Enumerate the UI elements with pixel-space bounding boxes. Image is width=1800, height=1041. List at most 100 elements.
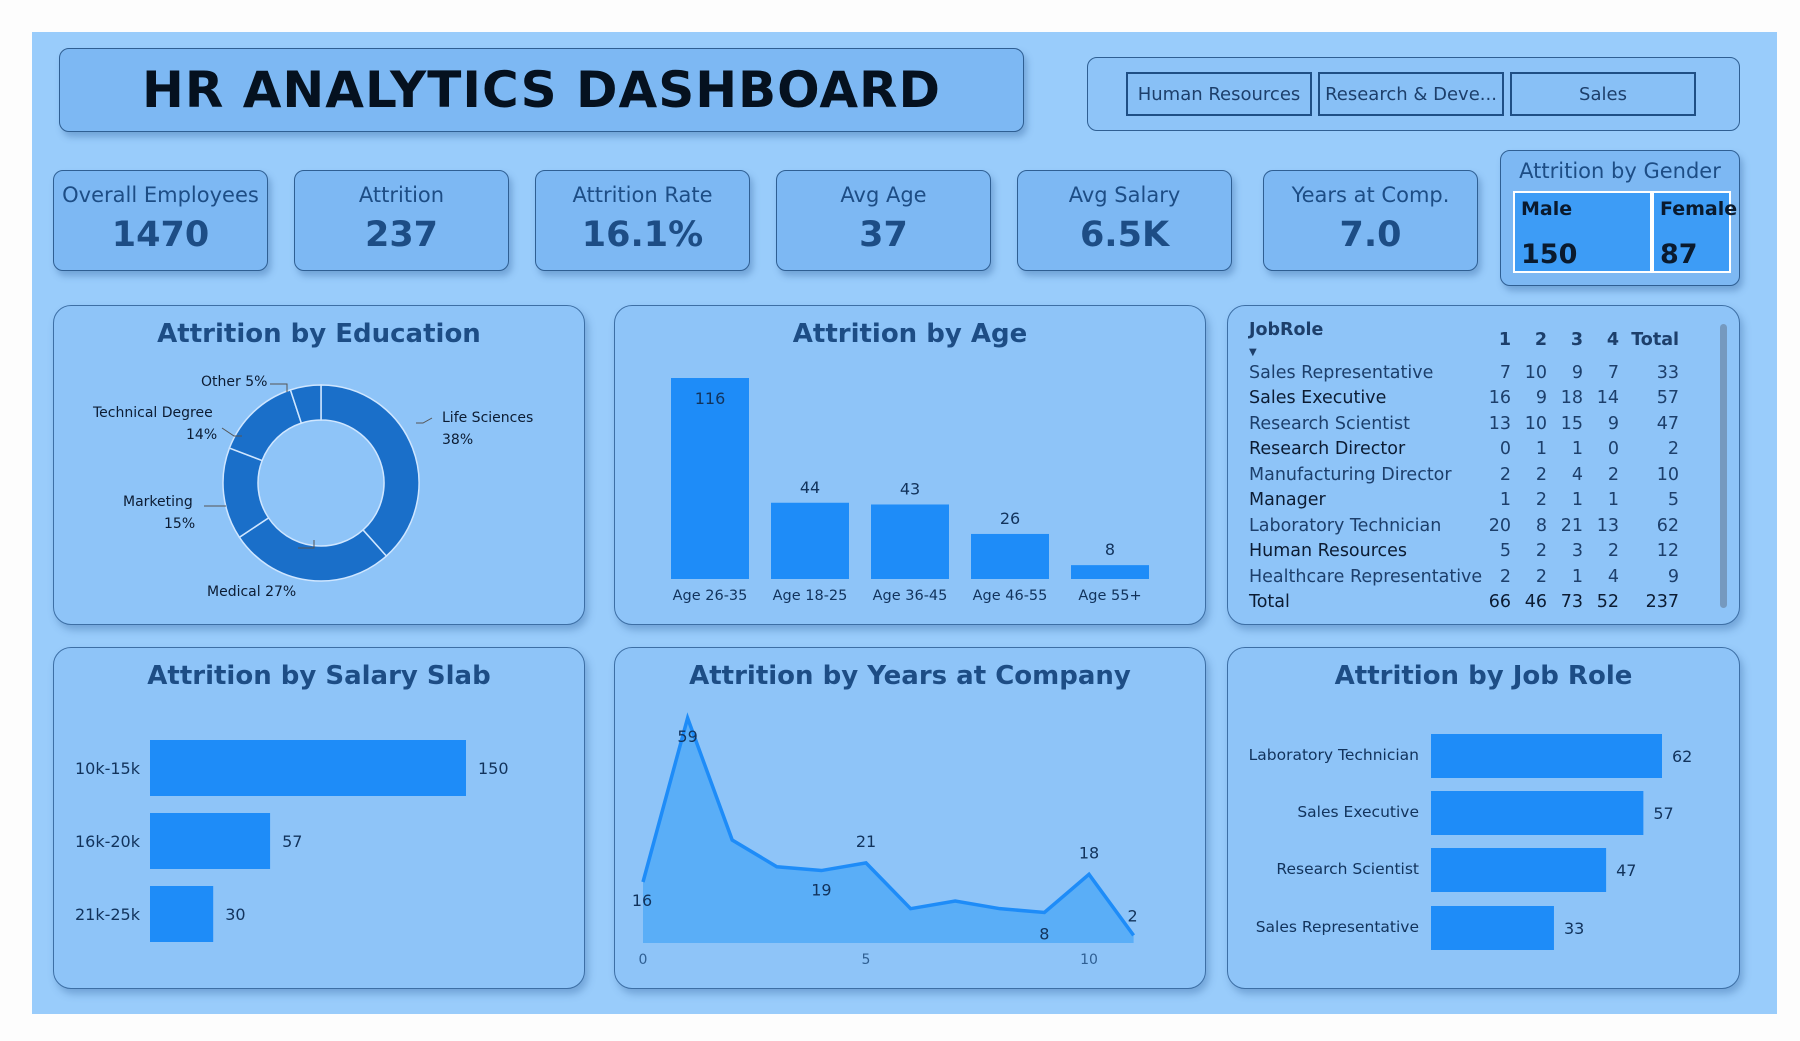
kpi-value: 7.0 <box>1339 215 1402 255</box>
education-label-other-pct: 5% <box>245 374 267 390</box>
attrition-by-gender-card: Attrition by Gender Male 150 Female 87 <box>1500 150 1740 286</box>
matrix-cell: 0 <box>1499 439 1511 460</box>
matrix-cell: 2 <box>1535 566 1547 587</box>
kpi-label: Attrition Rate <box>572 183 713 207</box>
matrix-cell: 7 <box>1607 362 1619 383</box>
donut-slice[interactable] <box>238 516 388 582</box>
matrix-cell: 9 <box>1607 413 1619 434</box>
matrix-row[interactable]: Research Scientist 13 10 15 9 47 <box>1249 411 1679 437</box>
matrix-header-col[interactable]: 1 <box>1485 320 1511 360</box>
kpi-avg-age: Avg Age 37 <box>776 170 991 271</box>
matrix-cell: 2 <box>1535 490 1547 511</box>
matrix-row-label: Research Scientist <box>1249 413 1410 434</box>
matrix-row-label: Manager <box>1249 490 1326 511</box>
matrix-total-cell: 46 <box>1524 592 1547 613</box>
matrix-row[interactable]: Human Resources 5 2 3 2 12 <box>1249 539 1679 565</box>
matrix-header-col[interactable]: 2 <box>1511 320 1547 360</box>
matrix-scrollbar[interactable] <box>1720 324 1727 608</box>
matrix-row[interactable]: Research Director 0 1 1 0 2 <box>1249 437 1679 463</box>
age-bar[interactable] <box>871 504 949 579</box>
gender-male-cell[interactable]: Male 150 <box>1513 191 1652 273</box>
slicer-button-human-resources[interactable]: Human Resources <box>1126 72 1312 116</box>
matrix-row-label: Manufacturing Director <box>1249 464 1452 485</box>
salary-bar-value: 30 <box>225 905 245 924</box>
kpi-label: Years at Comp. <box>1291 183 1450 207</box>
jobrole-matrix-table: JobRole ▼ 1 2 3 4 Total Sales Representat… <box>1249 320 1679 615</box>
salary-category-label: 21k-25k <box>75 905 141 924</box>
matrix-total-cell: 52 <box>1596 592 1619 613</box>
matrix-header-col[interactable]: 4 <box>1583 320 1619 360</box>
age-bar[interactable] <box>1071 565 1149 579</box>
matrix-total-cell: 66 <box>1488 592 1511 613</box>
jobrole-bar[interactable] <box>1431 734 1662 778</box>
age-bar-chart: 116 Age 26-35 44 Age 18-25 43 Age 36-45 26 Age … <box>671 378 1149 604</box>
matrix-cell: 15 <box>1560 413 1583 434</box>
age-bar[interactable] <box>771 502 849 579</box>
matrix-cell: 57 <box>1656 388 1679 409</box>
matrix-row-label: Human Resources <box>1249 541 1408 562</box>
matrix-cell: 7 <box>1499 362 1511 383</box>
slicer-button-sales[interactable]: Sales <box>1510 72 1696 116</box>
salary-bar[interactable] <box>150 813 271 869</box>
salary-bar[interactable] <box>150 740 466 796</box>
kpi-label: Overall Employees <box>62 183 259 207</box>
matrix-cell: 1 <box>1535 439 1547 460</box>
matrix-row[interactable]: Sales Executive 16 9 18 14 57 <box>1249 386 1679 412</box>
jobrole-bar-value: 33 <box>1564 919 1584 938</box>
sort-down-icon[interactable]: ▼ <box>1249 347 1257 358</box>
jobrole-bar-value: 57 <box>1653 804 1673 823</box>
education-label-technical: Technical Degree <box>92 405 213 421</box>
age-bar[interactable] <box>671 378 749 579</box>
slicer-button-research[interactable]: Research & Deve... <box>1318 72 1504 116</box>
gender-male-label: Male <box>1521 198 1573 220</box>
matrix-total-cell: 73 <box>1560 592 1583 613</box>
education-label-medical-pct: 27% <box>265 584 296 600</box>
donut-slice[interactable] <box>228 388 303 462</box>
kpi-years-at-company: Years at Comp. 7.0 <box>1263 170 1478 271</box>
education-label-other-name: Other <box>201 374 241 390</box>
kpi-overall-employees: Overall Employees 1470 <box>53 170 268 271</box>
matrix-header-jobrole[interactable]: JobRole ▼ <box>1249 320 1485 360</box>
matrix-header-row: JobRole ▼ 1 2 3 4 Total <box>1249 320 1679 360</box>
matrix-row[interactable]: Healthcare Representative 2 2 1 4 9 <box>1249 564 1679 590</box>
age-category-label: Age 36-45 <box>873 588 948 604</box>
jobrole-bar-chart: Laboratory Technician 62 Sales Executive 57… <box>1249 734 1692 950</box>
matrix-header-jobrole-label: JobRole <box>1249 320 1324 340</box>
donut-slice[interactable] <box>320 384 420 558</box>
jobrole-category-label: Laboratory Technician <box>1249 746 1419 764</box>
jobrole-bar[interactable] <box>1431 906 1554 950</box>
matrix-row[interactable]: Manager 1 2 1 1 5 <box>1249 488 1679 514</box>
matrix-cell: 2 <box>1607 464 1619 485</box>
matrix-cell: 10 <box>1524 413 1547 434</box>
dashboard-canvas: HR ANALYTICS DASHBOARD Human Resources R… <box>32 32 1777 1014</box>
matrix-header-col[interactable]: 3 <box>1547 320 1583 360</box>
years-point-label: 19 <box>811 881 831 900</box>
jobrole-bar[interactable] <box>1431 791 1644 835</box>
title-box: HR ANALYTICS DASHBOARD <box>59 48 1024 132</box>
matrix-cell: 1 <box>1499 490 1511 511</box>
gender-card-title: Attrition by Gender <box>1519 159 1721 183</box>
salary-chart-panel: Attrition by Salary Slab 10k-15k 150 16k-2… <box>53 647 585 989</box>
salary-bar[interactable] <box>150 886 214 942</box>
matrix-cell: 2 <box>1499 566 1511 587</box>
gender-female-cell[interactable]: Female 87 <box>1652 191 1737 273</box>
education-label-other: Other 5% <box>201 374 267 390</box>
salary-bar-value: 57 <box>282 832 302 851</box>
leader-line <box>270 383 288 392</box>
jobrole-bar[interactable] <box>1431 848 1607 892</box>
matrix-total-cell: 237 <box>1645 592 1679 613</box>
matrix-row[interactable]: Manufacturing Director 2 2 4 2 10 <box>1249 462 1679 488</box>
matrix-header-col[interactable]: Total <box>1619 320 1679 360</box>
matrix-row[interactable]: Sales Representative 7 10 9 7 33 <box>1249 360 1679 386</box>
matrix-cell: 2 <box>1535 464 1547 485</box>
age-bar[interactable] <box>971 533 1049 579</box>
kpi-attrition-rate: Attrition Rate 16.1% <box>535 170 750 271</box>
matrix-cell: 9 <box>1571 362 1583 383</box>
kpi-label: Avg Salary <box>1068 183 1181 207</box>
matrix-cell: 5 <box>1667 490 1679 511</box>
matrix-cell: 8 <box>1535 515 1547 536</box>
matrix-cell: 9 <box>1535 388 1547 409</box>
matrix-row[interactable]: Laboratory Technician 20 8 21 13 62 <box>1249 513 1679 539</box>
years-point-label: 21 <box>856 832 876 851</box>
matrix-cell: 12 <box>1656 541 1679 562</box>
